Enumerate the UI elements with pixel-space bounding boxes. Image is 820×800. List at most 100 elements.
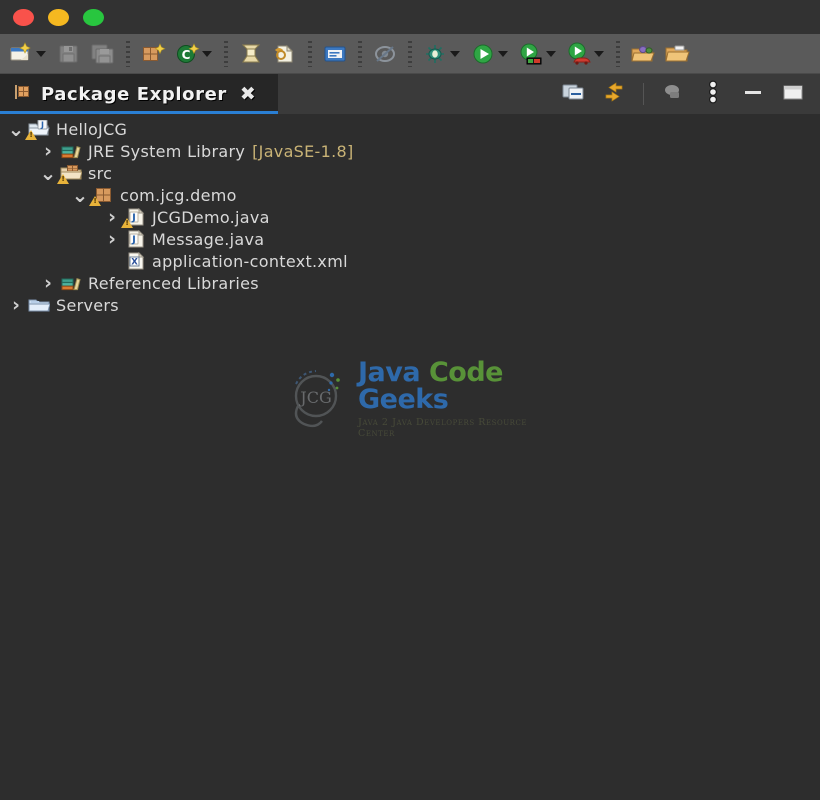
- open-type-button[interactable]: C: [170, 34, 218, 74]
- tree-item-label: Referenced Libraries: [88, 273, 259, 293]
- java-file-icon: J: [124, 229, 146, 248]
- java-code-geeks-watermark: JCG Java Code Geeks Java 2 Java Develope…: [288, 359, 534, 439]
- tree-item-label: com.jcg.demo: [120, 185, 237, 205]
- open-resource-button[interactable]: [660, 34, 694, 74]
- console-button[interactable]: [318, 34, 352, 74]
- toolbar-separator: [308, 40, 312, 67]
- tree-item-src[interactable]: ⌄ src: [0, 162, 820, 184]
- library-icon: [60, 142, 82, 160]
- tree-item-application-context-xml[interactable]: Xapplication-context.xml: [0, 250, 820, 272]
- open-type-icon: C: [170, 37, 204, 71]
- chevron-down-icon[interactable]: ⌄: [72, 185, 89, 205]
- save-button: [52, 34, 86, 74]
- toolbar-separator: [126, 40, 130, 67]
- tree-item-label: HelloJCG: [56, 119, 128, 139]
- tree-item-label: Message.java: [152, 229, 265, 249]
- svg-text:J: J: [131, 235, 136, 246]
- focus-on-active-task-button[interactable]: [654, 79, 692, 109]
- tree-item-label: src: [88, 163, 113, 183]
- view-menu-button[interactable]: [694, 79, 732, 109]
- chevron-right-icon[interactable]: ›: [40, 272, 56, 294]
- minimize-icon: [740, 81, 766, 107]
- toolbar-separator: [358, 40, 362, 67]
- chevron-down-icon[interactable]: ⌄: [40, 163, 57, 183]
- view-action-group: [555, 74, 820, 114]
- chevron-down-icon[interactable]: ⌄: [8, 119, 25, 139]
- run-stop-button[interactable]: [562, 34, 610, 74]
- window-titlebar: [0, 0, 820, 34]
- run-button[interactable]: [466, 34, 514, 74]
- tree-item-label: Servers: [56, 295, 119, 315]
- run-server-icon: [514, 37, 548, 71]
- debug-bug-icon: [418, 37, 452, 71]
- minimize-view-button[interactable]: [734, 79, 772, 109]
- tree-item-label: JRE System Library: [88, 141, 246, 161]
- tab-package-explorer[interactable]: Package Explorer ✖: [0, 74, 278, 114]
- open-perspective-button[interactable]: [626, 34, 660, 74]
- xml-file-icon: X: [124, 251, 146, 270]
- java-project-icon: J: [25, 119, 50, 140]
- jcg-logo-icon: JCG: [288, 366, 350, 432]
- close-button[interactable]: [13, 8, 34, 26]
- watermark-title-part: Geeks: [358, 384, 449, 415]
- tree-item-jcgdemo-java[interactable]: ›J JCGDemo.java: [0, 206, 820, 228]
- maximize-view-button[interactable]: [774, 79, 812, 109]
- package-explorer-icon: [14, 83, 32, 105]
- minimize-button[interactable]: [48, 8, 69, 26]
- source-folder-icon: [57, 164, 83, 184]
- tree-item-servers[interactable]: › Servers: [0, 294, 820, 316]
- warning-badge-icon: [121, 218, 133, 228]
- skip-breakpoints-button: [368, 34, 402, 74]
- chevron-right-icon[interactable]: ›: [8, 294, 24, 316]
- tree-item-label: JCGDemo.java: [152, 207, 270, 227]
- save-icon: [52, 37, 86, 71]
- warning-badge-icon: [25, 130, 37, 140]
- console-icon: [318, 37, 352, 71]
- build-button[interactable]: [234, 34, 268, 74]
- warning-badge-icon: [89, 196, 101, 206]
- open-folder-icon: [660, 37, 694, 71]
- skip-breakpoints-icon: [368, 37, 402, 71]
- library-icon: [60, 274, 82, 292]
- two-arrows-icon: [602, 81, 626, 107]
- svg-text:J: J: [40, 121, 44, 130]
- view-tab-bar: Package Explorer ✖: [0, 74, 820, 114]
- search-button[interactable]: [268, 34, 302, 74]
- toolbar-separator: [408, 40, 412, 67]
- folder-icon: [28, 296, 51, 314]
- new-wizard-button[interactable]: [4, 34, 52, 74]
- svg-text:C: C: [182, 48, 191, 62]
- tab-label: Package Explorer: [41, 83, 227, 105]
- open-perspective-icon: [626, 37, 660, 71]
- package-icon: [89, 186, 114, 206]
- tree-item-jre-system-library[interactable]: › JRE System Library [JavaSE-1.8]: [0, 140, 820, 162]
- close-icon[interactable]: ✖: [240, 84, 256, 104]
- tree-item-message-java[interactable]: › J Message.java: [0, 228, 820, 250]
- run-coverage-icon: [562, 37, 596, 71]
- tree-item-hellojcg[interactable]: ⌄ J HelloJCG: [0, 118, 820, 140]
- vertical-dots-icon: [704, 80, 722, 108]
- package-new-icon: [136, 37, 170, 71]
- chevron-right-icon[interactable]: ›: [104, 228, 120, 250]
- svg-text:X: X: [131, 257, 138, 267]
- view-action-separator: [643, 83, 644, 105]
- svg-text:JCG: JCG: [298, 388, 331, 407]
- tree-item-referenced-libraries[interactable]: › Referenced Libraries: [0, 272, 820, 294]
- zoom-button[interactable]: [83, 8, 104, 26]
- collapse-expand-button[interactable]: [595, 79, 633, 109]
- toolbar-separator: [224, 40, 228, 67]
- save-all-icon: [86, 37, 120, 71]
- tree-item-com-jcg-demo[interactable]: ⌄ com.jcg.demo: [0, 184, 820, 206]
- chevron-right-icon[interactable]: ›: [40, 140, 56, 162]
- search-resource-icon: [268, 37, 302, 71]
- chevron-right-icon[interactable]: ›: [104, 206, 120, 228]
- package-explorer-tree: ⌄JHelloJCG›JRE System Library[JavaSE-1.8…: [0, 114, 820, 316]
- save-all-button: [86, 34, 120, 74]
- debug-button[interactable]: [418, 34, 466, 74]
- warning-badge-icon: [57, 174, 69, 184]
- new-java-package-button[interactable]: [136, 34, 170, 74]
- main-toolbar: C: [0, 34, 820, 74]
- focus-task-icon: [661, 81, 685, 107]
- run-server-button[interactable]: [514, 34, 562, 74]
- link-with-editor-button[interactable]: [555, 79, 593, 109]
